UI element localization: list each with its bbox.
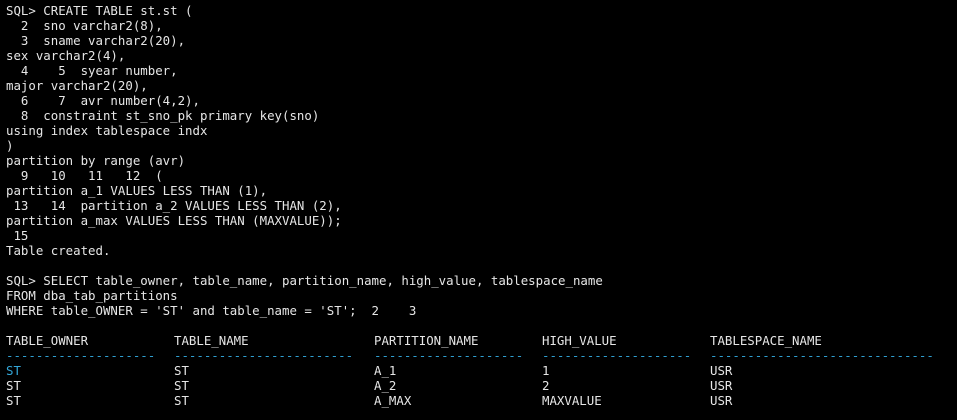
terminal-line: 9 10 11 12 (	[6, 168, 163, 183]
terminal-line: )	[6, 138, 14, 153]
terminal-line: Table created.	[6, 243, 111, 258]
table-cell: A_1	[374, 363, 397, 378]
column-separator: --------------------	[542, 348, 692, 363]
terminal-line: using index tablespace indx	[6, 123, 208, 138]
table-cell: 1	[542, 363, 550, 378]
column-header: TABLE_NAME	[174, 333, 249, 348]
column-header: TABLE_OWNER	[6, 333, 89, 348]
column-separator: --------------------	[6, 348, 156, 363]
column-header: TABLESPACE_NAME	[710, 333, 822, 348]
table-header-row: TABLE_OWNER TABLE_NAME PARTITION_NAME HI…	[6, 333, 957, 348]
terminal-line: 15	[6, 228, 29, 243]
table-cell: 2	[542, 378, 550, 393]
terminal-line: partition a_max VALUES LESS THAN (MAXVAL…	[6, 213, 342, 228]
terminal-line: FROM dba_tab_partitions	[6, 288, 178, 303]
table-cell: ST	[174, 393, 189, 408]
terminal-line: 8 constraint st_sno_pk primary key(sno)	[6, 108, 320, 123]
table-cell: ST	[174, 363, 189, 378]
terminal-window[interactable]: SQL> CREATE TABLE st.st ( 2 sno varchar2…	[0, 0, 957, 420]
table-separator-row: -------------------- -------------------…	[6, 348, 957, 363]
column-header: HIGH_VALUE	[542, 333, 617, 348]
table-cell: USR	[710, 378, 733, 393]
terminal-output: SQL> CREATE TABLE st.st ( 2 sno varchar2…	[6, 3, 957, 318]
terminal-line: 4 5 syear number,	[6, 63, 178, 78]
table-cell: USR	[710, 363, 733, 378]
terminal-line: WHERE table_OWNER = 'ST' and table_name …	[6, 303, 417, 318]
terminal-line: SQL> SELECT table_owner, table_name, par…	[6, 273, 603, 288]
table-row: ST ST A_2 2 USR	[6, 378, 957, 393]
terminal-line: partition a_1 VALUES LESS THAN (1),	[6, 183, 268, 198]
table-cell: USR	[710, 393, 733, 408]
table-cell: ST	[6, 363, 21, 378]
terminal-line: 2 sno varchar2(8),	[6, 18, 163, 33]
table-cell: ST	[6, 393, 21, 408]
terminal-line: 6 7 avr number(4,2),	[6, 93, 200, 108]
column-separator: --------------------	[374, 348, 524, 363]
terminal-line: 3 sname varchar2(20),	[6, 33, 186, 48]
table-cell: ST	[174, 378, 189, 393]
query-result-table: TABLE_OWNER TABLE_NAME PARTITION_NAME HI…	[6, 333, 957, 413]
terminal-line: sex varchar2(4),	[6, 48, 126, 63]
terminal-line: partition by range (avr)	[6, 153, 186, 168]
terminal-line: SQL> CREATE TABLE st.st (	[6, 3, 193, 18]
terminal-line: major varchar2(20),	[6, 78, 148, 93]
table-row: ST ST A_1 1 USR	[6, 363, 957, 378]
table-row: ST ST A_MAX MAXVALUE USR	[6, 393, 957, 408]
column-separator: ------------------------	[174, 348, 354, 363]
table-cell: A_MAX	[374, 393, 412, 408]
table-cell: ST	[6, 378, 21, 393]
terminal-line: 13 14 partition a_2 VALUES LESS THAN (2)…	[6, 198, 342, 213]
table-cell: A_2	[374, 378, 397, 393]
table-cell: MAXVALUE	[542, 393, 602, 408]
column-separator: ------------------------------	[710, 348, 934, 363]
column-header: PARTITION_NAME	[374, 333, 479, 348]
